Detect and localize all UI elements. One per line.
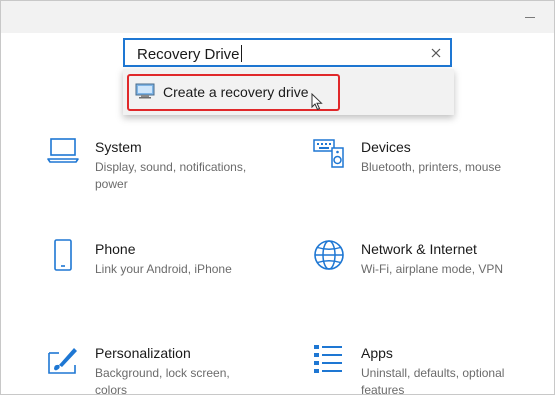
tile-title: Apps [361,345,393,361]
suggestion-create-recovery-drive[interactable]: Create a recovery drive [127,74,340,112]
tile-title: Devices [361,139,411,155]
tile-title: Personalization [95,345,191,361]
text-caret [240,45,242,62]
minimize-button[interactable] [520,9,540,25]
tile-title: System [95,139,142,155]
keyboard-speaker-icon [313,139,344,168]
phone-icon [54,239,72,271]
search-input[interactable]: Recovery Drive [137,46,240,63]
control-panel-icon [135,83,155,99]
title-bar [1,1,554,33]
tile-description: Bluetooth, printers, mouse [361,160,502,174]
tile-network-internet[interactable]: Network & Internet Wi-Fi, airplane mode,… [313,239,543,279]
tile-description: Display, sound, notifications, power [95,160,247,191]
search-box[interactable]: Recovery Drive [123,38,452,67]
tile-description: Background, lock screen, colors [95,366,230,395]
globe-icon [314,240,344,270]
tile-title: Network & Internet [361,241,477,257]
tile-title: Phone [95,241,136,257]
tile-devices[interactable]: Devices Bluetooth, printers, mouse [313,137,543,193]
clear-search-button[interactable] [429,46,443,60]
search-suggestions: Create a recovery drive [123,69,454,115]
tile-apps[interactable]: Apps Uninstall, defaults, optional featu… [313,343,543,395]
close-icon [431,48,441,58]
tile-description: Uninstall, defaults, optional features [361,366,505,395]
suggestion-label: Create a recovery drive [163,84,309,100]
search-input-wrap: Recovery Drive [137,45,242,63]
tile-description: Link your Android, iPhone [95,262,232,276]
tile-system[interactable]: System Display, sound, notifications, po… [47,137,277,193]
tile-description: Wi-Fi, airplane mode, VPN [361,262,504,276]
mouse-cursor-icon [311,93,323,111]
settings-window: Recovery Drive Create a recovery drive S… [0,0,555,395]
tile-personalization[interactable]: Personalization Background, lock screen,… [47,343,277,394]
apps-list-icon [314,345,342,373]
paintbrush-icon [48,348,77,374]
laptop-icon [47,138,79,163]
tile-phone[interactable]: Phone Link your Android, iPhone [47,239,277,279]
